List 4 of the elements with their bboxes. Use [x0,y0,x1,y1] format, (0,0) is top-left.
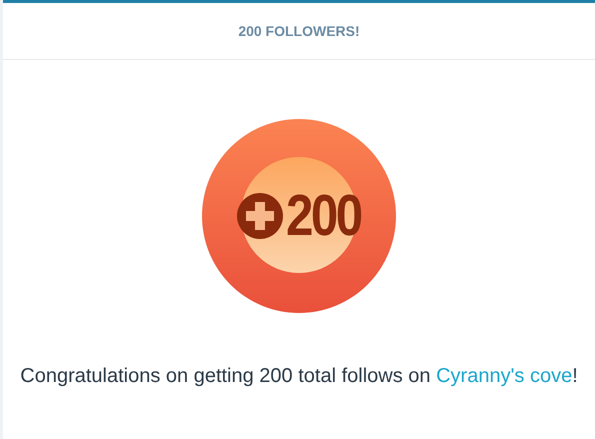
site-link[interactable]: Cyranny's cove [436,365,572,387]
plus-icon [236,193,283,239]
congratulations-message: Congratulations on getting 200 total follows on Cyranny's cove! [19,364,579,389]
dialog-title: 200 FOLLOWERS! [238,23,360,39]
